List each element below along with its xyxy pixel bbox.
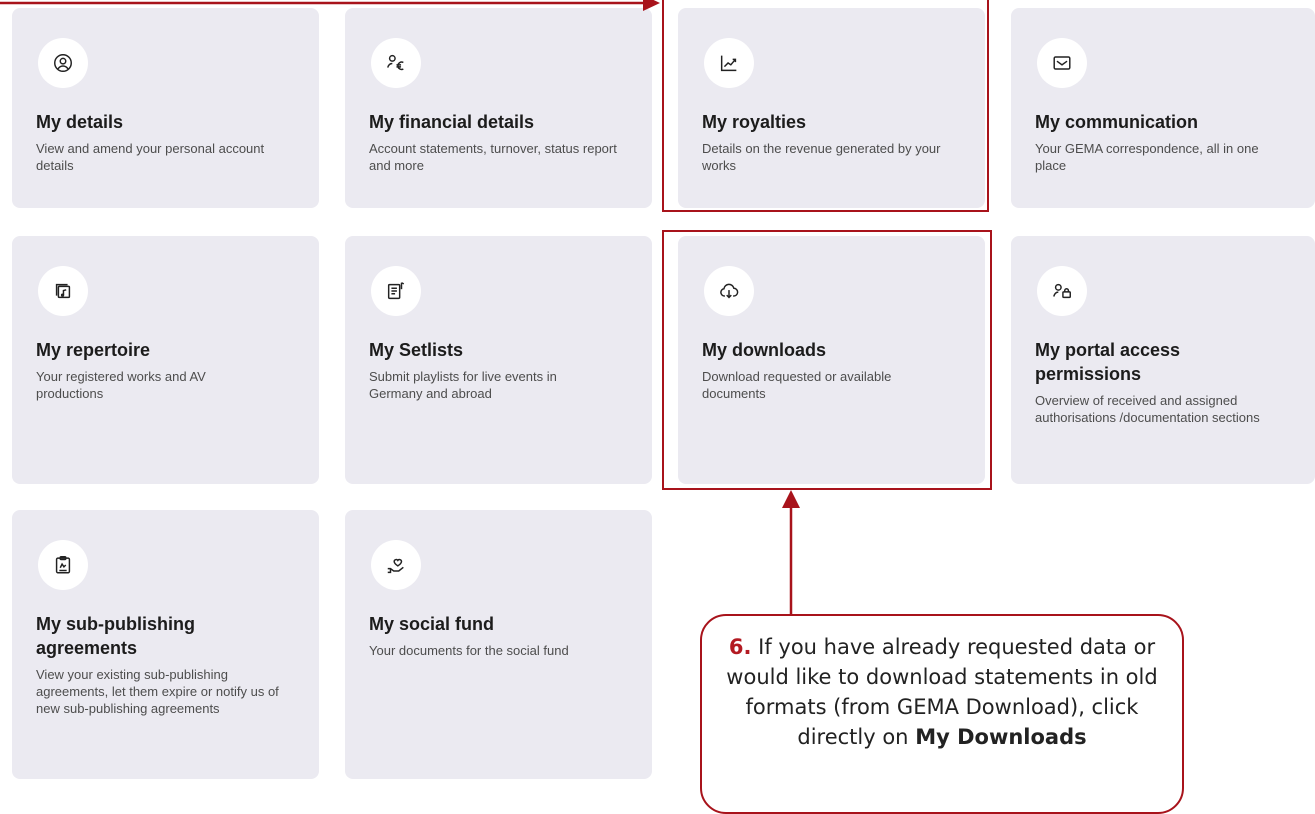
clipboard-icon: [38, 540, 88, 590]
card-description: View your existing sub-publishing agreem…: [36, 667, 279, 716]
card-title: My details: [36, 112, 124, 132]
envelope-icon: [1037, 38, 1087, 88]
card-title: My Setlists: [369, 340, 464, 360]
callout-arrow-head: [782, 490, 800, 508]
user-lock-icon: [1037, 266, 1087, 316]
user-circle-icon: [38, 38, 88, 88]
card-description: Download requested or available document…: [702, 369, 892, 401]
music-files-icon: [38, 266, 88, 316]
card-title: My downloads: [702, 340, 827, 360]
card-description: Your registered works and AV productions: [36, 369, 206, 401]
card-my-royalties[interactable]: My royalties Details on the revenue gene…: [678, 8, 985, 208]
card-description: Your documents for the social fund: [369, 643, 569, 658]
chart-trend-icon: [704, 38, 754, 88]
card-description: Your GEMA correspondence, all in one pla…: [1035, 141, 1259, 173]
card-title: My financial details: [369, 112, 535, 132]
card-title: My sub-publishing agreements: [36, 614, 195, 658]
card-title: My royalties: [702, 112, 807, 132]
card-description: Account statements, turnover, status rep…: [369, 141, 617, 173]
callout-emphasis: My Downloads: [915, 725, 1087, 749]
instruction-callout: 6. If you have already requested data or…: [700, 614, 1184, 814]
card-my-social-fund[interactable]: My social fund Your documents for the so…: [345, 510, 652, 779]
card-my-communication[interactable]: My communication Your GEMA correspondenc…: [1011, 8, 1315, 208]
card-title: My repertoire: [36, 340, 151, 360]
card-my-financial-details[interactable]: My financial details Account statements,…: [345, 8, 652, 208]
user-euro-icon: [371, 38, 421, 88]
card-title: My social fund: [369, 614, 495, 634]
card-description: Details on the revenue generated by your…: [702, 141, 941, 173]
card-my-sub-publishing-agreements[interactable]: My sub-publishing agreements View your e…: [12, 510, 319, 779]
cloud-download-icon: [704, 266, 754, 316]
card-my-setlists[interactable]: My Setlists Submit playlists for live ev…: [345, 236, 652, 484]
setlist-icon: [371, 266, 421, 316]
hand-heart-icon: [371, 540, 421, 590]
step-number: 6.: [728, 635, 752, 659]
card-description: Overview of received and assigned author…: [1035, 393, 1260, 425]
card-my-portal-access-permissions[interactable]: My portal access permissions Overview of…: [1011, 236, 1315, 484]
card-my-downloads[interactable]: My downloads Download requested or avail…: [678, 236, 985, 484]
card-title: My portal access permissions: [1035, 340, 1181, 384]
card-title: My communication: [1035, 112, 1199, 132]
card-my-details[interactable]: My details View and amend your personal …: [12, 8, 319, 208]
card-description: View and amend your personal account det…: [36, 141, 265, 173]
card-my-repertoire[interactable]: My repertoire Your registered works and …: [12, 236, 319, 484]
card-description: Submit playlists for live events in Germ…: [369, 369, 557, 401]
